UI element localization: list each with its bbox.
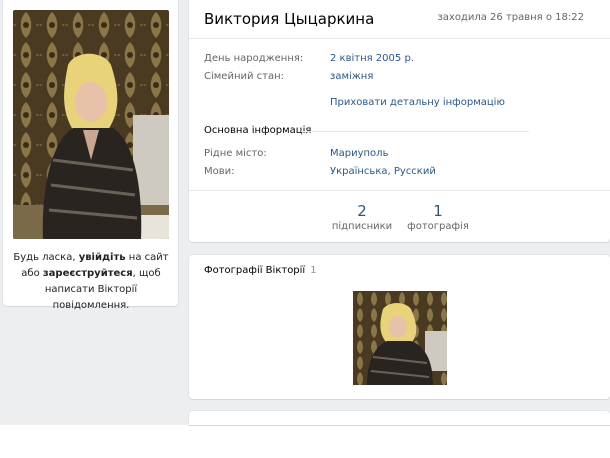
photo-thumbnail[interactable]: [353, 291, 447, 385]
profile-name: Виктория Цыцаркина: [204, 10, 375, 28]
hometown-value[interactable]: Мариуполь: [330, 148, 388, 159]
languages-value[interactable]: Українська, Русский: [330, 166, 436, 177]
languages-label: Мови:: [204, 166, 235, 177]
login-prompt: Будь ласка, увійдіть на сайт або зареєст…: [13, 250, 169, 314]
birthday-label: День народження:: [204, 53, 304, 64]
next-section-card: [189, 411, 610, 425]
photos-counter-label: фотографія: [407, 221, 469, 232]
followers-count: 2: [357, 202, 367, 220]
photos-header-link[interactable]: Фотографії Вікторії 1: [204, 265, 317, 276]
last-seen-status: заходила 26 травня о 18:22: [437, 12, 584, 23]
login-link[interactable]: увійдіть: [79, 252, 126, 263]
basic-info-title: Основна інформація: [204, 125, 312, 136]
login-prompt-text: Будь ласка,: [13, 252, 79, 263]
header-divider: [189, 38, 610, 39]
left-profile-card: Будь ласка, увійдіть на сайт або зареєст…: [3, 0, 178, 311]
relationship-value[interactable]: заміжня: [330, 71, 373, 82]
photos-card: Фотографії Вікторії 1: [189, 255, 610, 399]
register-link[interactable]: зареєструйтеся: [43, 268, 133, 279]
hometown-label: Рідне місто:: [204, 148, 267, 159]
counters-divider: [189, 190, 610, 191]
hide-details-link[interactable]: Приховати детальну інформацію: [330, 97, 505, 108]
photos-count: 1: [310, 265, 317, 276]
avatar-photo: [13, 10, 169, 239]
profile-info-card: Виктория Цыцаркина заходила 26 травня о …: [189, 0, 610, 242]
relationship-label: Сімейний стан:: [204, 71, 285, 82]
profile-avatar[interactable]: [13, 10, 169, 239]
section-divider: [301, 131, 529, 132]
photos-count-number: 1: [433, 202, 443, 220]
photos-counter[interactable]: 1 фотографія: [398, 202, 478, 232]
followers-counter[interactable]: 2 підписники: [322, 202, 402, 232]
photos-title: Фотографії Вікторії: [204, 265, 306, 276]
thumbnail-photo: [353, 291, 447, 385]
birthday-value[interactable]: 2 квітня 2005 р.: [330, 53, 414, 64]
followers-label: підписники: [331, 221, 393, 232]
